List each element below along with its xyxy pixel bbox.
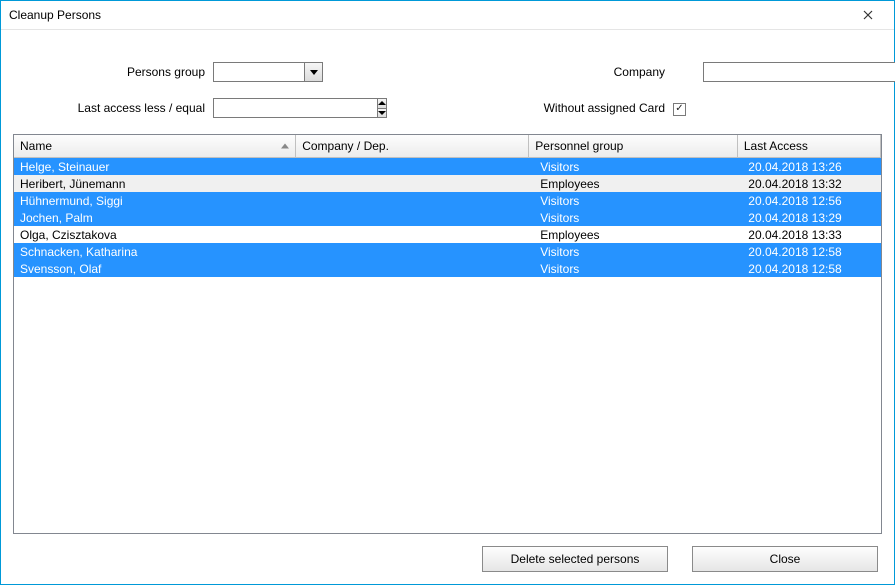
titlebar: Cleanup Persons bbox=[1, 1, 894, 30]
cell-company_dep bbox=[300, 260, 534, 277]
without-card-label: Without assigned Card bbox=[523, 101, 673, 115]
cell-last_access: 20.04.2018 12:58 bbox=[742, 243, 881, 260]
company-input[interactable] bbox=[703, 62, 895, 82]
cell-pers_group: Visitors bbox=[534, 158, 742, 175]
cell-pers_group: Visitors bbox=[534, 192, 742, 209]
cell-company_dep bbox=[300, 175, 534, 192]
cell-last_access: 20.04.2018 13:33 bbox=[742, 226, 881, 243]
chevron-up-icon bbox=[378, 101, 386, 105]
without-card-checkbox[interactable] bbox=[673, 103, 686, 116]
cell-name: Svensson, Olaf bbox=[14, 260, 300, 277]
button-bar: Delete selected persons Close bbox=[13, 546, 882, 572]
spinner-up-button[interactable] bbox=[378, 99, 386, 108]
sort-indicator-icon bbox=[281, 144, 289, 149]
close-window-button[interactable] bbox=[848, 4, 888, 26]
table-row[interactable]: Heribert, Jünemann Employees20.04.2018 13… bbox=[14, 175, 881, 192]
column-header-pers_group[interactable]: Personnel group bbox=[529, 135, 738, 158]
table-row[interactable]: Svensson, Olaf Visitors20.04.2018 12:58 bbox=[14, 260, 881, 277]
window-title: Cleanup Persons bbox=[9, 8, 101, 22]
cell-company_dep bbox=[300, 243, 534, 260]
cell-pers_group: Employees bbox=[534, 175, 742, 192]
cell-last_access: 20.04.2018 12:56 bbox=[742, 192, 881, 209]
persons-table-body: Helge, SteinauerVisitors20.04.2018 13:26… bbox=[14, 158, 881, 277]
persons-group-dropdown-button[interactable] bbox=[304, 63, 322, 81]
cell-company_dep bbox=[300, 192, 534, 209]
cell-pers_group: Visitors bbox=[534, 243, 742, 260]
cell-last_access: 20.04.2018 13:26 bbox=[742, 158, 881, 175]
last-access-spinner[interactable] bbox=[213, 98, 323, 118]
cell-last_access: 20.04.2018 13:32 bbox=[742, 175, 881, 192]
table-body-scroll[interactable]: Helge, SteinauerVisitors20.04.2018 13:26… bbox=[14, 158, 881, 533]
persons-group-label: Persons group bbox=[13, 65, 213, 79]
table-row[interactable]: Jochen, Palm Visitors20.04.2018 13:29 bbox=[14, 209, 881, 226]
table-header: NameCompany / Dep.Personnel groupLast Ac… bbox=[14, 135, 881, 158]
cell-pers_group: Visitors bbox=[534, 260, 742, 277]
cell-company_dep bbox=[300, 209, 534, 226]
cell-pers_group: Employees bbox=[534, 226, 742, 243]
cell-name: Hühnermund, Siggi bbox=[14, 192, 300, 209]
persons-group-combo[interactable] bbox=[213, 62, 323, 82]
cell-company_dep bbox=[300, 158, 534, 175]
column-header-last_access[interactable]: Last Access bbox=[737, 135, 880, 158]
persons-grid: NameCompany / Dep.Personnel groupLast Ac… bbox=[13, 134, 882, 534]
table-row[interactable]: Helge, Steinauer Visitors20.04.2018 13:26 bbox=[14, 158, 881, 175]
chevron-down-icon bbox=[378, 111, 386, 115]
persons-table: NameCompany / Dep.Personnel groupLast Ac… bbox=[14, 135, 881, 158]
company-label: Company bbox=[523, 65, 673, 79]
cell-company_dep bbox=[300, 226, 534, 243]
cell-pers_group: Visitors bbox=[534, 209, 742, 226]
spinner-down-button[interactable] bbox=[378, 108, 386, 118]
cell-name: Heribert, Jünemann bbox=[14, 175, 300, 192]
column-header-name[interactable]: Name bbox=[14, 135, 296, 158]
content-area: Persons group Company bbox=[1, 30, 894, 584]
delete-selected-button[interactable]: Delete selected persons bbox=[482, 546, 668, 572]
table-row[interactable]: Olga, Czisztakova Employees20.04.2018 13:… bbox=[14, 226, 881, 243]
table-row[interactable]: Schnacken, Katharina Visitors20.04.2018 1… bbox=[14, 243, 881, 260]
close-button[interactable]: Close bbox=[692, 546, 878, 572]
cell-name: Schnacken, Katharina bbox=[14, 243, 300, 260]
cell-name: Jochen, Palm bbox=[14, 209, 300, 226]
column-header-company_dep[interactable]: Company / Dep. bbox=[296, 135, 529, 158]
cell-name: Olga, Czisztakova bbox=[14, 226, 300, 243]
filter-panel: Persons group Company bbox=[13, 58, 882, 122]
close-icon bbox=[863, 10, 873, 20]
cell-last_access: 20.04.2018 12:58 bbox=[742, 260, 881, 277]
chevron-down-icon bbox=[310, 70, 318, 75]
spinner-buttons bbox=[377, 98, 387, 118]
window: Cleanup Persons Persons group Company bbox=[0, 0, 895, 585]
last-access-label: Last access less / equal bbox=[13, 101, 213, 115]
cell-last_access: 20.04.2018 13:29 bbox=[742, 209, 881, 226]
table-row[interactable]: Hühnermund, Siggi Visitors20.04.2018 12:5… bbox=[14, 192, 881, 209]
cell-name: Helge, Steinauer bbox=[14, 158, 300, 175]
last-access-input[interactable] bbox=[213, 98, 377, 118]
